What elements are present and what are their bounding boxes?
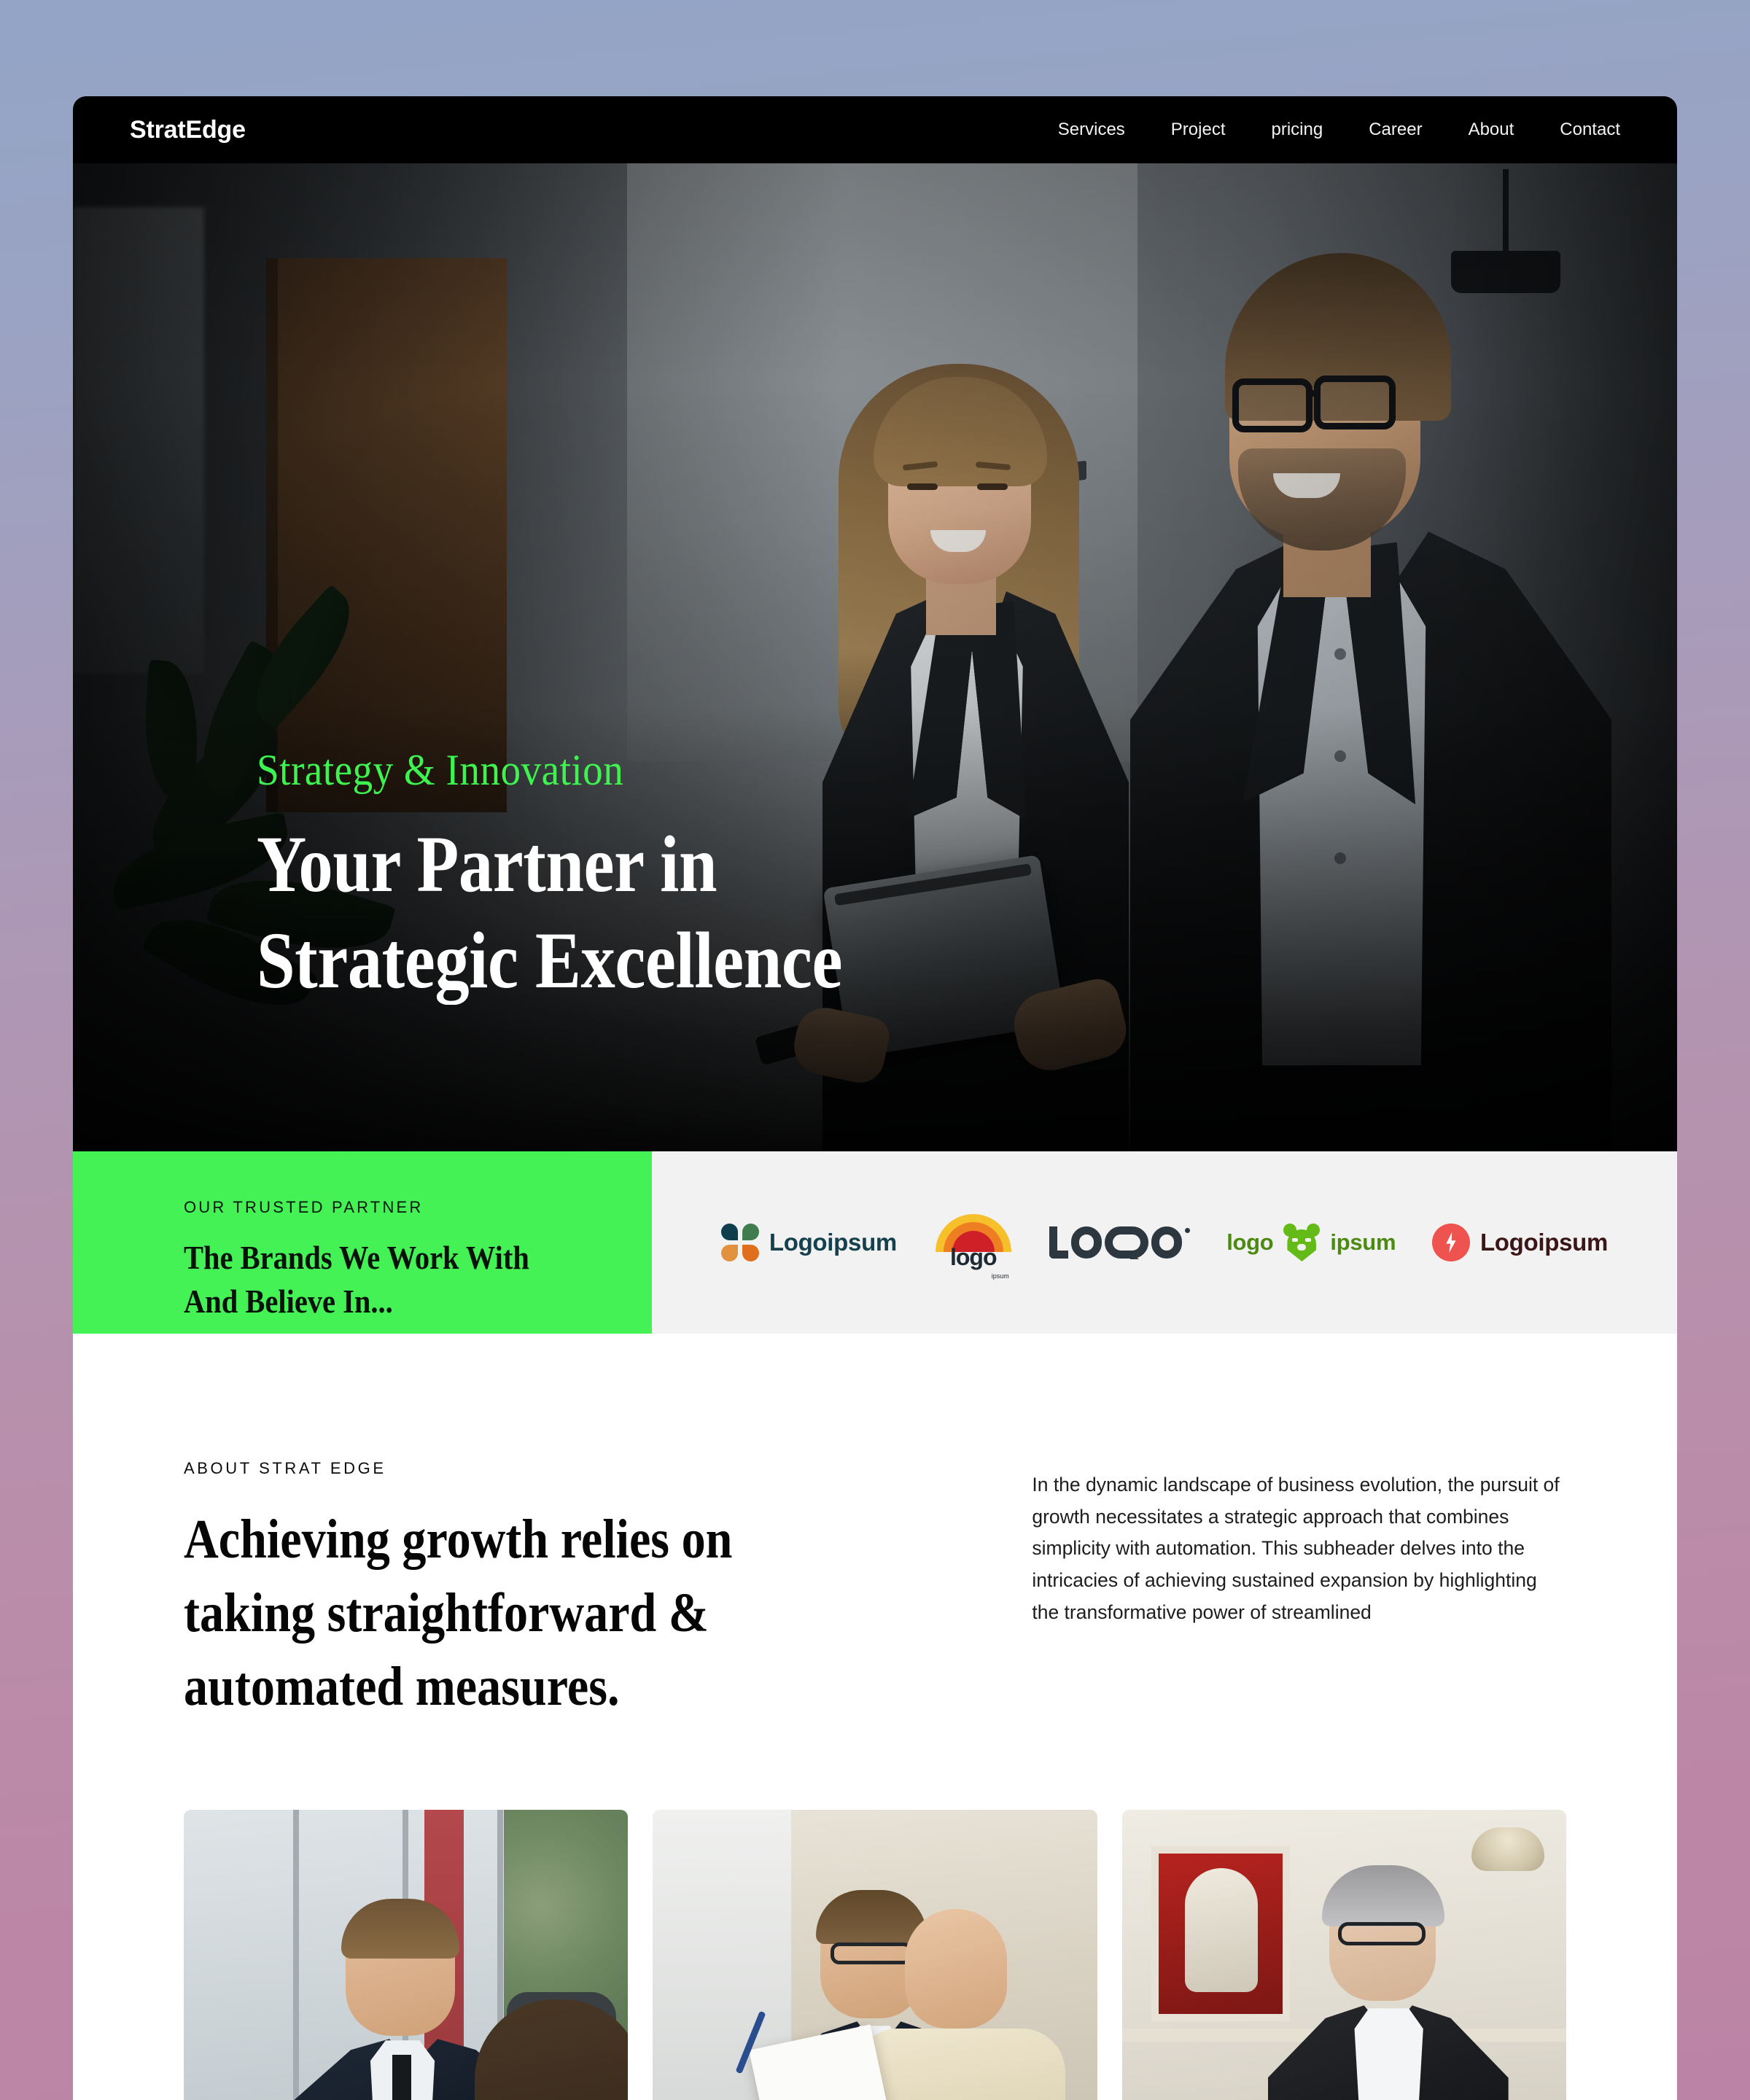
about-body-text: In the dynamic landscape of business evo… [1032, 1474, 1560, 1623]
partners-section: OUR TRUSTED PARTNER The Brands We Work W… [73, 1151, 1677, 1334]
logoipsum-bear-logo[interactable]: logo ipsum [1226, 1224, 1396, 1261]
logoipsum-bear-label-right: ipsum [1330, 1229, 1396, 1255]
logoipsum-sunrise-logo[interactable]: logo ipsum [933, 1214, 1014, 1280]
card-c-photo [1121, 1810, 1566, 2100]
hero-title-line-1: Your Partner in [257, 820, 718, 909]
nav-links: Services Project pricing Career About Co… [1058, 120, 1620, 140]
nav-item-services[interactable]: Services [1058, 120, 1125, 140]
navbar: StratEdge Services Project pricing Caree… [73, 96, 1677, 163]
logoipsum-bolt-label: Logoipsum [1479, 1229, 1609, 1256]
nav-item-pricing[interactable]: pricing [1272, 120, 1323, 140]
hero-section: Strategy & Innovation Your Partner in St… [73, 163, 1677, 1151]
logoipsum-pinwheel-label: Logoipsum [769, 1229, 897, 1256]
pinwheel-icon [720, 1224, 759, 1261]
feature-card-a[interactable]: A [184, 1810, 629, 2100]
partners-title: The Brands We Work With And Believe In..… [184, 1236, 596, 1323]
about-title: Achieving growth relies on taking straig… [184, 1509, 733, 1718]
logoipsum-wordmark-logo[interactable] [1049, 1226, 1191, 1259]
about-headline-column: ABOUT STRAT EDGE Achieving growth relies… [184, 1459, 956, 1724]
hero-title: Your Partner in Strategic Excellence [257, 816, 842, 1008]
about-body-column: In the dynamic landscape of business evo… [1032, 1459, 1566, 1629]
nav-item-about[interactable]: About [1469, 120, 1514, 140]
partner-logo-strip: Logoipsum logo ipsum logo ipsum Logoipsu… [652, 1151, 1677, 1334]
trademark-dot-icon [1185, 1228, 1191, 1233]
letter-o2-glyph [1151, 1226, 1183, 1259]
partners-headline-panel: OUR TRUSTED PARTNER The Brands We Work W… [73, 1151, 652, 1334]
lightning-bolt-icon [1431, 1224, 1470, 1261]
letter-g-bubble-glyph [1105, 1226, 1149, 1259]
about-eyebrow: ABOUT STRAT EDGE [184, 1459, 386, 1477]
nav-item-project[interactable]: Project [1171, 120, 1226, 140]
partners-title-line-1: The Brands We Work With [184, 1239, 529, 1276]
logoipsum-bear-label-left: logo [1226, 1229, 1274, 1255]
nav-item-contact[interactable]: Contact [1560, 120, 1620, 140]
card-b-photo [653, 1810, 1097, 2100]
hero-eyebrow: Strategy & Innovation [257, 746, 624, 794]
bear-icon [1283, 1224, 1321, 1261]
logoipsum-sunrise-label: logo [949, 1244, 998, 1270]
card-a-photo [184, 1810, 629, 2100]
feature-card-grid: A [73, 1724, 1677, 2100]
page-card: StratEdge Services Project pricing Caree… [73, 96, 1677, 2100]
hero-title-line-2: Strategic Excellence [257, 916, 843, 1005]
brand-logo[interactable]: StratEdge [130, 116, 246, 144]
feature-card-c[interactable]: C [1121, 1810, 1566, 2100]
sunrise-icon: logo ipsum [933, 1214, 1014, 1280]
hero-copy: Strategy & Innovation Your Partner in St… [257, 745, 938, 1008]
logoipsum-pinwheel-logo[interactable]: Logoipsum [720, 1224, 897, 1261]
letter-l-glyph [1049, 1226, 1069, 1259]
about-section: ABOUT STRAT EDGE Achieving growth relies… [73, 1334, 1677, 2100]
partners-title-line-2: And Believe In... [184, 1282, 393, 1320]
logoipsum-bolt-logo[interactable]: Logoipsum [1431, 1224, 1609, 1261]
letter-o-glyph [1071, 1226, 1102, 1259]
logoipsum-sunrise-sublabel: ipsum [991, 1272, 1009, 1280]
nav-item-career[interactable]: Career [1369, 120, 1422, 140]
partners-eyebrow: OUR TRUSTED PARTNER [184, 1198, 424, 1216]
feature-card-b[interactable]: B [653, 1810, 1097, 2100]
